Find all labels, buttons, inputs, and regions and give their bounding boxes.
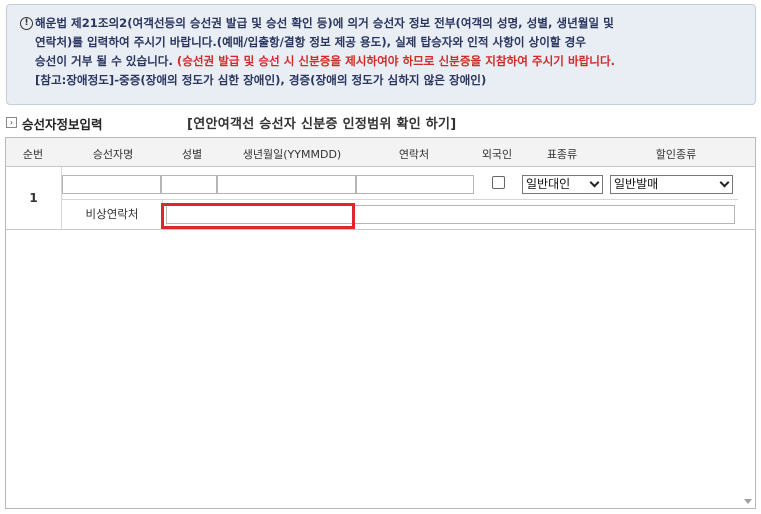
ticket-type-select[interactable]: 일반대인: [522, 175, 603, 194]
emergency-contact-highlight: [161, 203, 355, 229]
header-discount-type: 할인종류: [655, 148, 697, 161]
ticket-type-value: 일반대인: [526, 177, 571, 191]
emergency-contact-label: 비상연락처: [62, 199, 163, 230]
gender-input[interactable]: [161, 175, 217, 194]
notice-warning-text: (승선권 발급 및 승선 시 신분증을 제시하여야 하므로 신분증을 지참하여 …: [176, 54, 616, 68]
row-divider: [62, 199, 738, 200]
passenger-name-input[interactable]: [62, 175, 161, 194]
header-phone: 연락처: [398, 148, 430, 161]
passenger-table: 순번 승선자명 성별 생년월일(YYMMDD) 연락처 외국인 표종류 할인종류…: [5, 137, 756, 509]
id-scope-link[interactable]: [연안여객선 승선자 신분증 인정범위 확인 하기]: [187, 113, 457, 132]
scrollbar[interactable]: [741, 167, 755, 508]
exclamation-circle-icon: !: [20, 17, 33, 30]
header-ticket-type: 표종류: [546, 148, 578, 161]
scroll-down-icon[interactable]: [744, 499, 752, 504]
section-title: 승선자정보입력: [22, 117, 103, 132]
notice-line-4: [참고:장애정도]-중증(장애의 정도가 심한 장애인), 경증(장애의 정도가…: [35, 73, 487, 87]
header-no: 순번: [22, 148, 44, 161]
discount-type-select[interactable]: 일반발매: [610, 175, 733, 194]
header-name: 승선자명: [92, 148, 134, 161]
chevron-down-icon: [589, 177, 600, 188]
header-birth: 생년월일(YYMMDD): [242, 148, 342, 161]
chevron-right-icon: ›: [6, 117, 17, 128]
notice-line-3: 승선이 거부 될 수 있습니다. (승선권 발급 및 승선 시 신분증을 제시하…: [35, 54, 616, 68]
phone-input[interactable]: [356, 175, 474, 194]
foreigner-checkbox[interactable]: [492, 176, 505, 189]
notice-line-1: 해운법 제21조의2(여객선등의 승선권 발급 및 승선 확인 등)에 의거 승…: [35, 16, 614, 30]
chevron-down-icon: [719, 177, 730, 188]
row-number: 1: [6, 167, 62, 230]
header-gender: 성별: [181, 148, 203, 161]
header-foreigner: 외국인: [481, 148, 513, 161]
notice-line-2: 연락처)를 입력하여 주시기 바랍니다.(예매/입출항/결항 정보 제공 용도)…: [35, 35, 586, 49]
table-row: 1 일반대인 일반발매 비상연락처: [6, 167, 755, 230]
table-header: 순번 승선자명 성별 생년월일(YYMMDD) 연락처 외국인 표종류 할인종류: [6, 138, 755, 167]
birthdate-input[interactable]: [217, 175, 356, 194]
section-header: › 승선자정보입력 [연안여객선 승선자 신분증 인정범위 확인 하기]: [6, 113, 756, 133]
notice-box: ! 해운법 제21조의2(여객선등의 승선권 발급 및 승선 확인 등)에 의거…: [6, 4, 756, 105]
discount-type-value: 일반발매: [614, 177, 659, 191]
